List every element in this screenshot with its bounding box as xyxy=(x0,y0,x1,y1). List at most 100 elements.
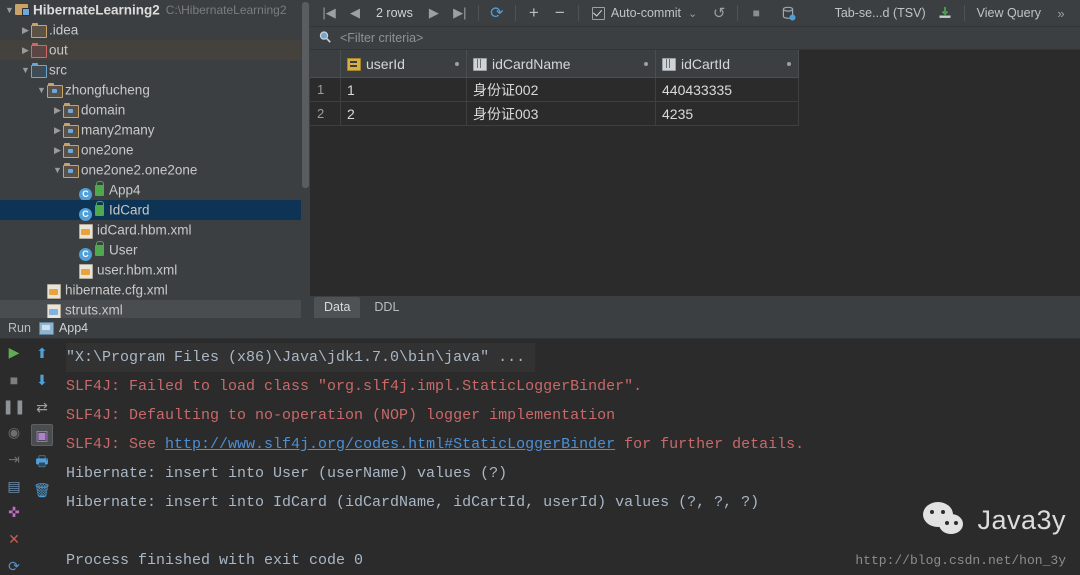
cell-idcardname[interactable]: 身份证002 xyxy=(466,77,656,102)
console-actions-right[interactable]: ⬆ ⬇ ⇄ ▣ 🖶 🗑 xyxy=(28,339,56,575)
cell-idcartid[interactable]: 440433335 xyxy=(655,77,799,102)
tab-data[interactable]: Data xyxy=(314,297,361,318)
stop-icon[interactable]: ■ xyxy=(743,2,769,24)
last-page-icon[interactable]: ▶| xyxy=(447,2,473,24)
auto-commit-toggle[interactable]: Auto-commit ⌄ xyxy=(584,2,700,24)
console-error-link-line: SLF4J: See http://www.slf4j.org/codes.ht… xyxy=(66,436,805,453)
grid-column-header-idcardname[interactable]: idCardName xyxy=(466,50,656,78)
scroll-up-icon[interactable]: ⬆ xyxy=(32,343,52,363)
export-icon[interactable] xyxy=(933,2,959,24)
grid-column-header-userid[interactable]: userId xyxy=(340,50,467,78)
tree-twisty[interactable]: ▶ xyxy=(52,140,63,160)
remove-row-icon[interactable]: − xyxy=(547,2,573,24)
tree-twisty[interactable]: ▼ xyxy=(36,80,47,100)
console-hyperlink[interactable]: http://www.slf4j.org/codes.html#StaticLo… xyxy=(165,436,615,453)
scrollbar-thumb[interactable] xyxy=(302,2,309,188)
row-number: 1 xyxy=(310,77,341,102)
tree-item-user[interactable]: ▶CUser xyxy=(0,240,310,261)
tree-item-hibernate-cfg-xml[interactable]: ▶hibernate.cfg.xml xyxy=(0,280,310,300)
tree-item-user-hbm-xml[interactable]: ▶user.hbm.xml xyxy=(0,260,310,280)
tree-item-label: one2one2.one2one xyxy=(81,162,198,178)
clear-all-icon[interactable]: 🗑 xyxy=(32,480,52,500)
grid-row[interactable]: 2 2 身份证003 4235 xyxy=(310,101,799,126)
settings-icon[interactable]: ⟳ xyxy=(4,556,24,575)
cell-userid[interactable]: 1 xyxy=(340,77,467,102)
tree-item-src[interactable]: ▼ src xyxy=(0,60,310,80)
run-tab-app4[interactable]: App4 xyxy=(37,321,96,335)
pause-icon[interactable]: ❚❚ xyxy=(2,396,25,416)
console-command-text: "X:\Program Files (x86)\Java\jdk1.7.0\bi… xyxy=(66,343,536,372)
column-sort-indicator[interactable] xyxy=(787,61,791,66)
package-icon xyxy=(63,123,79,138)
scroll-down-icon[interactable]: ⬇ xyxy=(32,370,52,390)
print-console-icon[interactable]: ▣ xyxy=(31,424,53,446)
tree-item--idea[interactable]: ▶ .idea xyxy=(0,20,310,40)
run-actions-left[interactable]: ▶ ■ ❚❚ ◉ ⇥ ▤ ✜ ✕ ⟳ xyxy=(0,339,28,575)
console-icon[interactable]: ▤ xyxy=(4,476,24,496)
tree-item-app4[interactable]: ▶CApp4 xyxy=(0,180,310,201)
pin-icon[interactable]: ✜ xyxy=(4,503,24,523)
tree-item-hibernatelearning2[interactable]: ▼ HibernateLearning2 C:\HibernateLearning2 xyxy=(0,0,310,20)
tree-item-one2one2-one2one[interactable]: ▼ one2one2.one2one xyxy=(0,160,310,180)
reload-icon[interactable]: ⟳ xyxy=(484,2,510,24)
toolbar-separator xyxy=(963,5,965,21)
checkbox-checked-icon[interactable] xyxy=(591,6,605,20)
project-tree-scrollbar[interactable] xyxy=(301,0,310,318)
tree-twisty[interactable]: ▶ xyxy=(20,20,31,40)
tree-item-domain[interactable]: ▶ domain xyxy=(0,100,310,120)
tree-item-one2one[interactable]: ▶ one2one xyxy=(0,140,310,160)
filter-bar[interactable]: <Filter criteria> xyxy=(310,27,1080,50)
column-sort-indicator[interactable] xyxy=(644,61,648,66)
tree-twisty[interactable]: ▼ xyxy=(20,60,31,80)
tree-twisty[interactable]: ▶ xyxy=(20,40,31,60)
printer-icon[interactable]: 🖶 xyxy=(32,453,52,473)
stop-icon[interactable]: ■ xyxy=(4,370,24,390)
column-sort-indicator[interactable] xyxy=(455,61,459,66)
folder-icon xyxy=(31,23,47,38)
view-query-button[interactable]: View Query xyxy=(970,6,1048,20)
cell-idcardname[interactable]: 身份证003 xyxy=(466,101,656,126)
camera-icon[interactable]: ◉ xyxy=(4,423,24,443)
grid-header-row: userId idCardName idCartId xyxy=(310,50,799,78)
watermark-logo: Java3y xyxy=(923,502,1066,538)
tree-twisty[interactable]: ▶ xyxy=(52,120,63,140)
tree-twisty[interactable]: ▼ xyxy=(4,0,15,20)
next-page-icon[interactable]: ▶ xyxy=(421,2,447,24)
grid-body[interactable]: 1 1 身份证002 440433335 2 2 身份证003 4235 xyxy=(310,77,799,126)
tree-item-many2many[interactable]: ▶ many2many xyxy=(0,120,310,140)
public-lock-icon xyxy=(95,201,104,216)
toolbar-overflow-icon[interactable]: » xyxy=(1048,2,1074,24)
tree-item-idcard[interactable]: ▶CIdCard xyxy=(0,200,310,221)
ide-window: ▼ HibernateLearning2 C:\HibernateLearning2… xyxy=(0,0,1080,575)
prev-page-icon[interactable]: ◀ xyxy=(342,2,368,24)
output-format-label[interactable]: Tab-se...d (TSV) xyxy=(828,6,933,20)
project-tree[interactable]: ▼ HibernateLearning2 C:\HibernateLearning2… xyxy=(0,0,310,318)
package-icon xyxy=(63,163,79,178)
close-icon[interactable]: ✕ xyxy=(4,530,24,550)
grid-column-header-idcartid[interactable]: idCartId xyxy=(655,50,799,78)
tree-item-struts-xml[interactable]: ▶struts.xml xyxy=(0,300,310,318)
tree-twisty[interactable]: ▶ xyxy=(52,100,63,120)
rerun-icon[interactable]: ▶ xyxy=(4,343,24,363)
tree-item-idcard-hbm-xml[interactable]: ▶idCard.hbm.xml xyxy=(0,220,310,240)
cell-idcartid[interactable]: 4235 xyxy=(655,101,799,126)
folder-source-icon xyxy=(31,63,47,78)
cell-userid[interactable]: 2 xyxy=(340,101,467,126)
tree-item-out[interactable]: ▶ out xyxy=(0,40,310,60)
add-row-icon[interactable]: + xyxy=(521,2,547,24)
tree-twisty[interactable]: ▼ xyxy=(52,160,63,180)
rollback-icon[interactable]: ↺ xyxy=(706,2,732,24)
grid-row[interactable]: 1 1 身份证002 440433335 xyxy=(310,77,799,102)
db-transaction-icon[interactable] xyxy=(775,2,801,24)
soft-wrap-icon[interactable]: ⇄ xyxy=(32,397,52,417)
first-page-icon[interactable]: |◀ xyxy=(316,2,342,24)
result-grid[interactable]: userId idCardName idCartId 1 1 身份证002 4404333… xyxy=(310,50,799,126)
tree-item-zhongfucheng[interactable]: ▼ zhongfucheng xyxy=(0,80,310,100)
tab-ddl[interactable]: DDL xyxy=(364,297,409,318)
exit-icon[interactable]: ⇥ xyxy=(4,450,24,470)
console-output[interactable]: "X:\Program Files (x86)\Java\jdk1.7.0\bi… xyxy=(56,339,1080,575)
run-window-label: Run xyxy=(8,321,31,335)
tree-item-label: .idea xyxy=(49,22,79,38)
chevron-down-icon[interactable]: ⌄ xyxy=(688,7,697,20)
filter-criteria-input[interactable]: <Filter criteria> xyxy=(340,31,423,45)
